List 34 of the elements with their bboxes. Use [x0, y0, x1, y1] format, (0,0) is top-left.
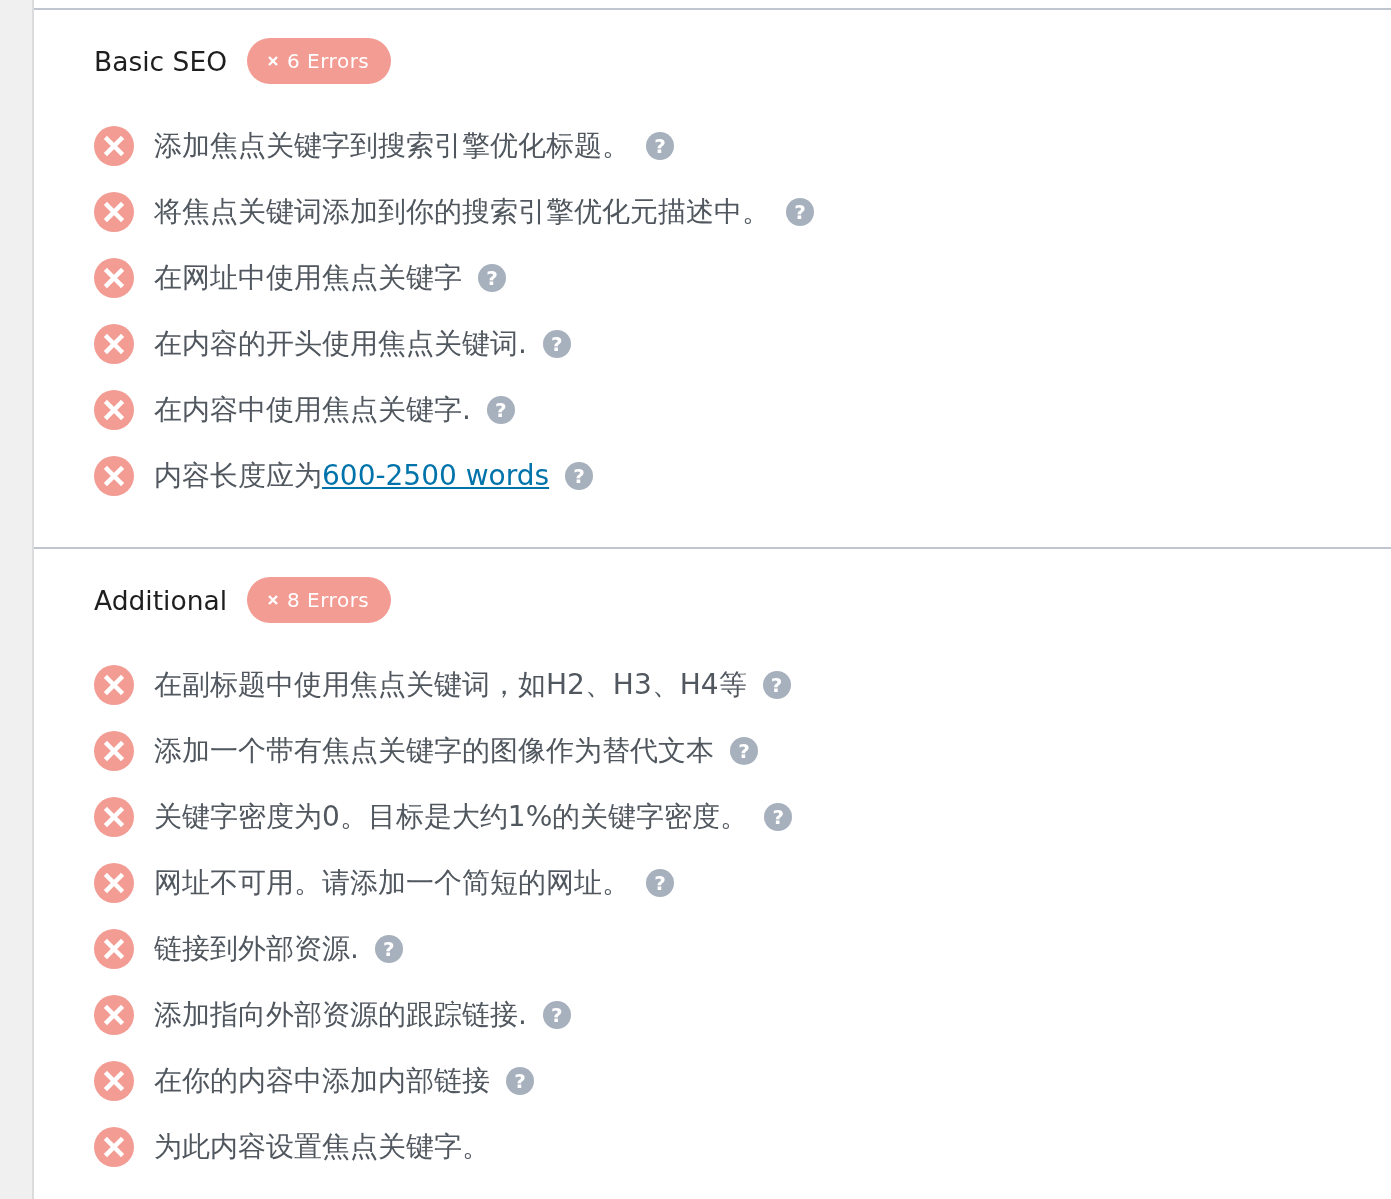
check-text: 网址不可用。请添加一个简短的网址。 — [154, 865, 630, 901]
check-text: 在内容的开头使用焦点关键词. — [154, 326, 527, 362]
help-button[interactable]: ? — [646, 869, 674, 897]
link[interactable]: 600-2500 words — [322, 459, 550, 492]
check-text: 添加焦点关键字到搜索引擎优化标题。 — [154, 128, 630, 164]
cross-icon — [267, 594, 280, 606]
help-button[interactable]: ? — [542, 330, 571, 358]
error-count-badge: 8 Errors — [247, 577, 392, 623]
check-text: 内容长度应为600-2500 words — [154, 458, 550, 494]
section-title: Basic SEO — [94, 45, 227, 77]
check-text: 在副标题中使用焦点关键词，如H2、H3、H4等 — [154, 667, 747, 703]
check-text: 将焦点关键词添加到你的搜索引擎优化元描述中。 — [154, 194, 770, 230]
help-button[interactable]: ? — [478, 264, 506, 292]
help-button[interactable]: ? — [730, 737, 758, 765]
check-text: 为此内容设置焦点关键字。 — [154, 1129, 490, 1165]
error-count-badge: 6 Errors — [247, 38, 392, 84]
help-button[interactable]: ? — [542, 1001, 571, 1029]
help-button[interactable]: ? — [764, 803, 793, 831]
help-button[interactable]: ? — [565, 462, 594, 490]
help-button[interactable]: ? — [762, 671, 791, 699]
check-text: 链接到外部资源. — [154, 931, 359, 967]
cross-icon — [267, 55, 279, 67]
help-button[interactable]: ? — [374, 935, 403, 963]
help-button[interactable]: ? — [786, 198, 814, 226]
check-text: 添加一个带有焦点关键字的图像作为替代文本 — [154, 733, 714, 769]
check-text: 在你的内容中添加内部链接 — [154, 1063, 490, 1099]
help-button[interactable]: ? — [646, 132, 674, 160]
check-text: 关键字密度为0。目标是大约1%的关键字密度。 — [154, 799, 749, 835]
help-button[interactable]: ? — [506, 1067, 534, 1095]
check-text: 在网址中使用焦点关键字 — [154, 260, 462, 296]
help-button[interactable]: ? — [486, 396, 515, 424]
check-text: 添加指向外部资源的跟踪链接. — [154, 997, 527, 1033]
check-text: 在内容中使用焦点关键字. — [154, 392, 471, 428]
section-title: Additional — [94, 584, 228, 616]
